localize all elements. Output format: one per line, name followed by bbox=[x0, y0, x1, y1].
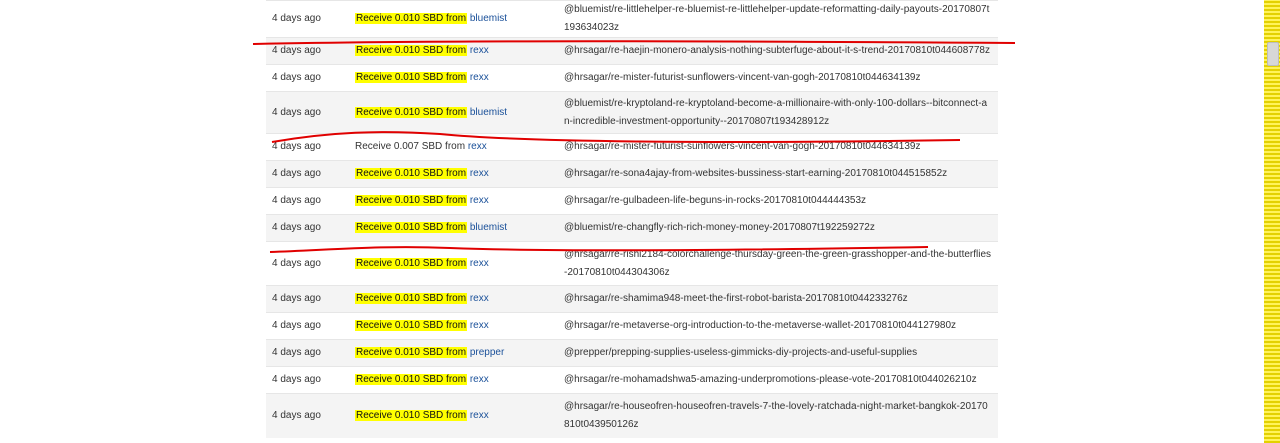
transfer-action-text: Receive 0.010 SBD from bbox=[355, 374, 468, 385]
transfer-action-text: Receive 0.010 SBD from bbox=[355, 195, 468, 206]
transfer-memo: @hrsagar/re-mohamadshwa5-amazing-underpr… bbox=[558, 366, 998, 394]
transfer-amount-cell: Receive 0.007 SBD from rexx bbox=[349, 133, 558, 161]
scrollbar-thumb[interactable] bbox=[1267, 42, 1279, 66]
transfer-row: 4 days ago Receive 0.010 SBD from rexx @hr… bbox=[266, 160, 998, 188]
sender-link[interactable]: rexx bbox=[470, 72, 489, 83]
transfer-memo: @hrsagar/re-rishi2184-colorchallenge-thu… bbox=[558, 241, 998, 286]
transfer-time: 4 days ago bbox=[266, 160, 349, 188]
transfer-memo: @bluemist/re-littlehelper-re-bluemist-re… bbox=[558, 0, 998, 38]
transfer-action-text: Receive 0.010 SBD from bbox=[355, 293, 468, 304]
transfer-row: 4 days ago Receive 0.010 SBD from bluemis… bbox=[266, 0, 998, 38]
transfer-history-table: 4 days ago Receive 0.010 SBD from bluemis… bbox=[266, 0, 998, 438]
transfer-time: 4 days ago bbox=[266, 187, 349, 215]
sender-link[interactable]: bluemist bbox=[470, 107, 507, 118]
transfer-memo: @hrsagar/re-gulbadeen-life-beguns-in-roc… bbox=[558, 187, 998, 215]
transfer-time: 4 days ago bbox=[266, 241, 349, 286]
transfer-memo: @hrsagar/re-mister-futurist-sunflowers-v… bbox=[558, 64, 998, 92]
transfer-row: 4 days ago Receive 0.010 SBD from rexx @hr… bbox=[266, 312, 998, 340]
transfer-time: 4 days ago bbox=[266, 37, 349, 65]
transfer-amount-cell: Receive 0.010 SBD from rexx bbox=[349, 393, 558, 438]
transfer-amount-cell: Receive 0.010 SBD from rexx bbox=[349, 312, 558, 340]
transfer-row: 4 days ago Receive 0.010 SBD from bluemis… bbox=[266, 214, 998, 242]
transfer-row: 4 days ago Receive 0.010 SBD from bluemis… bbox=[266, 91, 998, 134]
transfer-action-text: Receive 0.010 SBD from bbox=[355, 72, 468, 83]
sender-link[interactable]: bluemist bbox=[470, 13, 507, 24]
sender-link[interactable]: rexx bbox=[470, 293, 489, 304]
transfer-row: 4 days ago Receive 0.010 SBD from rexx @hr… bbox=[266, 393, 998, 438]
transfer-action-text: Receive 0.010 SBD from bbox=[355, 168, 468, 179]
sender-link[interactable]: rexx bbox=[470, 45, 489, 56]
transfer-time: 4 days ago bbox=[266, 133, 349, 161]
sender-link[interactable]: prepper bbox=[470, 347, 504, 358]
transfer-action-text: Receive 0.010 SBD from bbox=[355, 45, 468, 56]
transfer-memo: @hrsagar/re-haejin-monero-analysis-nothi… bbox=[558, 37, 998, 65]
transfer-time: 4 days ago bbox=[266, 393, 349, 438]
transfer-amount-cell: Receive 0.010 SBD from rexx bbox=[349, 64, 558, 92]
transfer-time: 4 days ago bbox=[266, 339, 349, 367]
transfer-row: 4 days ago Receive 0.010 SBD from rexx @hr… bbox=[266, 37, 998, 65]
transfer-amount-cell: Receive 0.010 SBD from rexx bbox=[349, 285, 558, 313]
transfer-amount-cell: Receive 0.010 SBD from rexx bbox=[349, 187, 558, 215]
sender-link[interactable]: rexx bbox=[470, 410, 489, 421]
transfer-action-text: Receive 0.010 SBD from bbox=[355, 106, 468, 118]
transfer-row: 4 days ago Receive 0.010 SBD from rexx @hr… bbox=[266, 285, 998, 313]
transfer-action-text: Receive 0.010 SBD from bbox=[355, 320, 468, 331]
page-scrollbar[interactable] bbox=[1264, 0, 1280, 443]
transfer-action-text: Receive 0.010 SBD from bbox=[355, 409, 468, 421]
sender-link[interactable]: rexx bbox=[470, 258, 489, 269]
transfer-row: 4 days ago Receive 0.010 SBD from rexx @hr… bbox=[266, 64, 998, 92]
sender-link[interactable]: rexx bbox=[470, 195, 489, 206]
transfer-action-text: Receive 0.007 SBD from bbox=[355, 141, 466, 152]
transfer-time: 4 days ago bbox=[266, 214, 349, 242]
transfer-row: 4 days ago Receive 0.007 SBD from rexx @hr… bbox=[266, 133, 998, 161]
transfer-time: 4 days ago bbox=[266, 366, 349, 394]
transfer-action-text: Receive 0.010 SBD from bbox=[355, 257, 468, 269]
transfer-amount-cell: Receive 0.010 SBD from bluemist bbox=[349, 214, 558, 242]
transfer-action-text: Receive 0.010 SBD from bbox=[355, 13, 468, 24]
sender-link[interactable]: rexx bbox=[470, 168, 489, 179]
transfer-amount-cell: Receive 0.010 SBD from rexx bbox=[349, 241, 558, 286]
transfer-time: 4 days ago bbox=[266, 0, 349, 38]
transfer-memo: @hrsagar/re-shamima948-meet-the-first-ro… bbox=[558, 285, 998, 313]
transfer-action-text: Receive 0.010 SBD from bbox=[355, 222, 468, 233]
sender-link[interactable]: rexx bbox=[468, 141, 487, 152]
sender-link[interactable]: rexx bbox=[470, 320, 489, 331]
transfer-time: 4 days ago bbox=[266, 285, 349, 313]
transfer-action-text: Receive 0.010 SBD from bbox=[355, 347, 468, 358]
transfer-memo: @bluemist/re-changfly-rich-rich-money-mo… bbox=[558, 214, 998, 242]
transfer-amount-cell: Receive 0.010 SBD from rexx bbox=[349, 366, 558, 394]
transfer-memo: @bluemist/re-kryptoland-re-kryptoland-be… bbox=[558, 91, 998, 134]
sender-link[interactable]: rexx bbox=[470, 374, 489, 385]
transfer-row: 4 days ago Receive 0.010 SBD from rexx @hr… bbox=[266, 241, 998, 286]
transfer-memo: @prepper/prepping-supplies-useless-gimmi… bbox=[558, 339, 998, 367]
transfer-history-body: 4 days ago Receive 0.010 SBD from bluemis… bbox=[266, 0, 998, 438]
transfer-row: 4 days ago Receive 0.010 SBD from prepper… bbox=[266, 339, 998, 367]
transfer-amount-cell: Receive 0.010 SBD from rexx bbox=[349, 160, 558, 188]
transfer-amount-cell: Receive 0.010 SBD from bluemist bbox=[349, 0, 558, 38]
transfer-memo: @hrsagar/re-houseofren-houseofren-travel… bbox=[558, 393, 998, 438]
transfer-amount-cell: Receive 0.010 SBD from bluemist bbox=[349, 91, 558, 134]
transfer-amount-cell: Receive 0.010 SBD from prepper bbox=[349, 339, 558, 367]
sender-link[interactable]: bluemist bbox=[470, 222, 507, 233]
transfer-memo: @hrsagar/re-mister-futurist-sunflowers-v… bbox=[558, 133, 998, 161]
transfer-memo: @hrsagar/re-sona4ajay-from-websites-buss… bbox=[558, 160, 998, 188]
transfer-amount-cell: Receive 0.010 SBD from rexx bbox=[349, 37, 558, 65]
transfer-time: 4 days ago bbox=[266, 91, 349, 134]
transfer-row: 4 days ago Receive 0.010 SBD from rexx @hr… bbox=[266, 187, 998, 215]
transfer-row: 4 days ago Receive 0.010 SBD from rexx @hr… bbox=[266, 366, 998, 394]
transfer-time: 4 days ago bbox=[266, 312, 349, 340]
transfer-memo: @hrsagar/re-metaverse-org-introduction-t… bbox=[558, 312, 998, 340]
transfer-time: 4 days ago bbox=[266, 64, 349, 92]
